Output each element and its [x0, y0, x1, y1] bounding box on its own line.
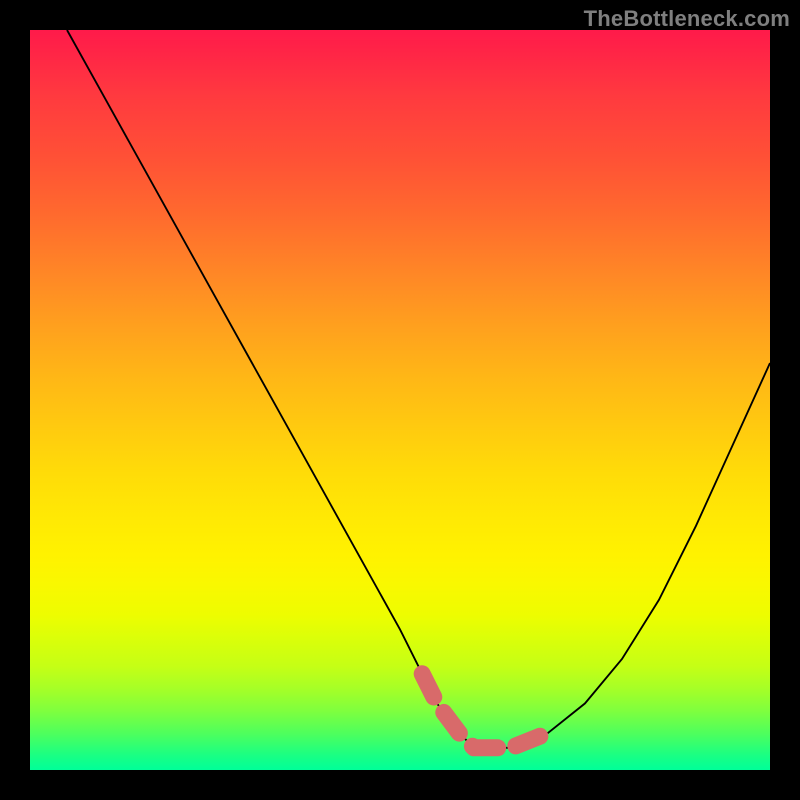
watermark-text: TheBottleneck.com [584, 6, 790, 32]
plot-area [30, 30, 770, 770]
chart-container: TheBottleneck.com [0, 0, 800, 800]
marker-band [422, 674, 548, 748]
curve-line [67, 30, 770, 748]
chart-svg [30, 30, 770, 770]
